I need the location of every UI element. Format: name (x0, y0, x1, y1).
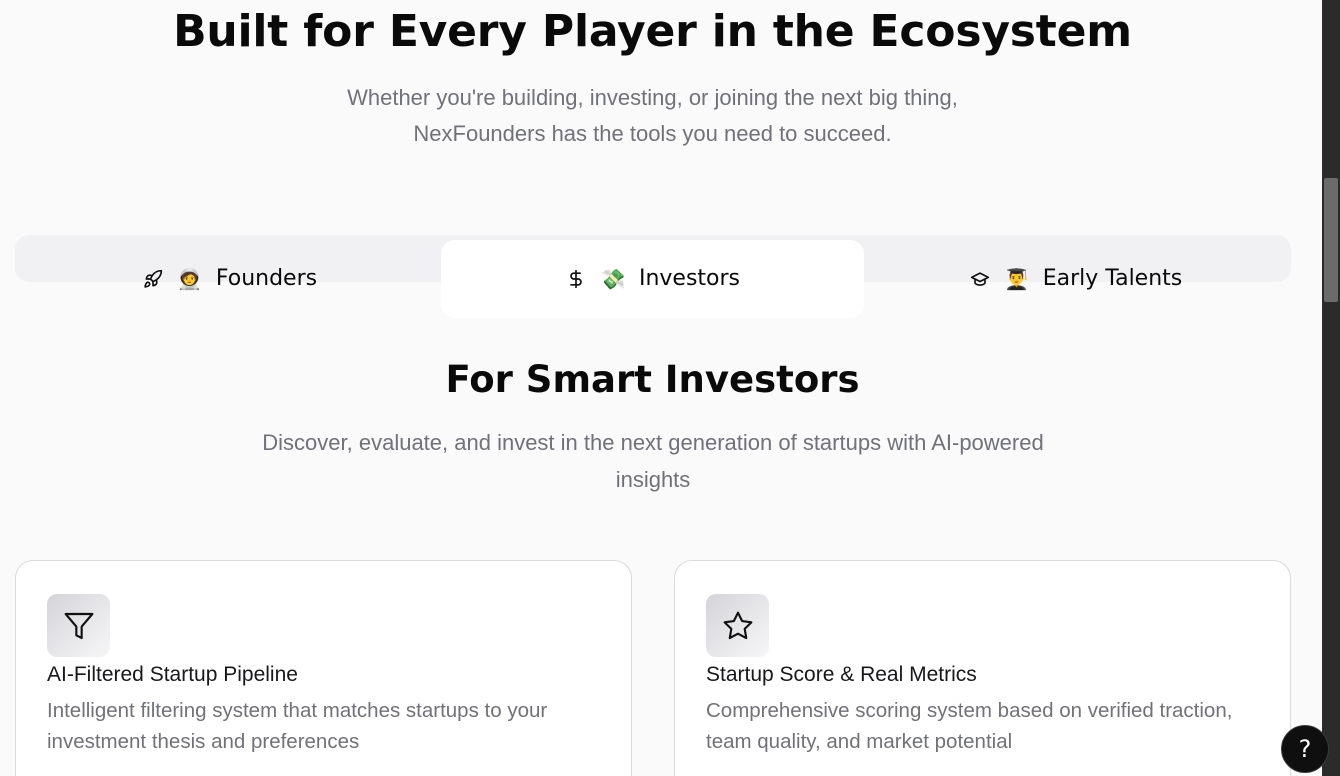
tab-founders-label: Founders (215, 266, 318, 291)
feature-card-score: Startup Score & Real Metrics Comprehensi… (674, 560, 1291, 776)
astronaut-emoji: 🧑‍🚀 (177, 266, 203, 291)
card-description: Intelligent filtering system that matche… (47, 699, 548, 753)
star-icon (706, 594, 769, 657)
feature-card-pipeline: AI-Filtered Startup Pipeline Intelligent… (15, 560, 632, 776)
help-button[interactable]: ? (1281, 725, 1329, 773)
tab-early-talents[interactable]: 👨‍🎓 Early Talents (864, 240, 1287, 318)
hero-subtitle-line-1: Whether you're building, investing, or j… (347, 85, 958, 110)
dollar-icon (565, 268, 587, 290)
hero-subtitle-line-2: NexFounders has the tools you need to su… (413, 121, 892, 146)
page: Built for Every Player in the Ecosystem … (0, 0, 1322, 776)
scrollbar-thumb[interactable] (1324, 178, 1338, 302)
student-emoji: 👨‍🎓 (1004, 266, 1030, 291)
card-title: Startup Score & Real Metrics (706, 663, 977, 686)
card-title: AI-Filtered Startup Pipeline (47, 663, 298, 686)
rocket-icon (142, 268, 164, 290)
tab-investors[interactable]: 💸 Investors (441, 240, 864, 318)
vertical-scrollbar[interactable] (1322, 0, 1340, 776)
graduation-cap-icon (969, 268, 991, 290)
hero-title: Built for Every Player in the Ecosystem (173, 6, 1132, 57)
tab-founders[interactable]: 🧑‍🚀 Founders (18, 240, 441, 318)
filter-icon (47, 594, 110, 657)
section-subtitle: Discover, evaluate, and invest in the ne… (262, 430, 1044, 492)
hero-subtitle: Whether you're building, investing, or j… (0, 80, 1305, 152)
card-description: Comprehensive scoring system based on ve… (706, 699, 1233, 753)
section-title: For Smart Investors (445, 358, 860, 401)
tab-investors-label: Investors (638, 266, 741, 291)
tab-early-talents-label: Early Talents (1042, 266, 1183, 291)
money-with-wings-emoji: 💸 (600, 266, 626, 291)
